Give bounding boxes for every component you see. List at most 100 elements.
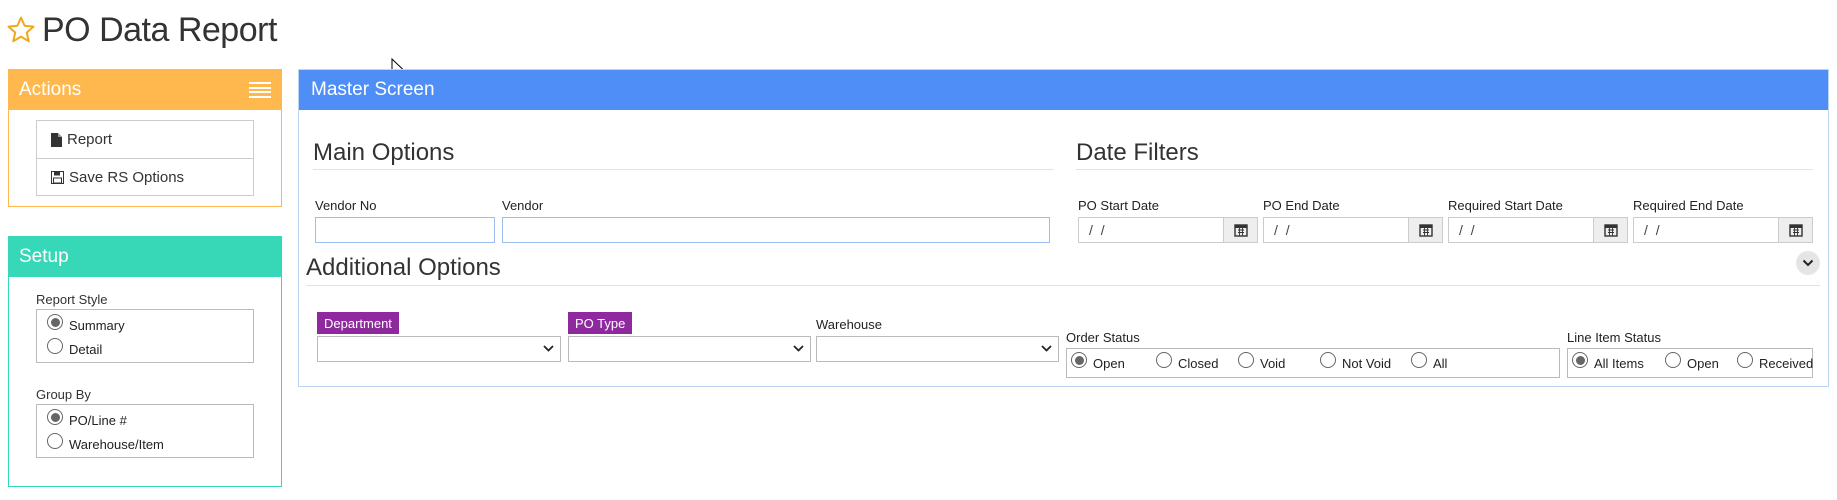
date-value: / /	[1274, 222, 1292, 238]
radio-label: All	[1433, 355, 1448, 371]
radio-button[interactable]	[1572, 352, 1588, 368]
line-item-status-label: Line Item Status	[1567, 330, 1661, 345]
radio-option-open[interactable]: Open	[1071, 351, 1156, 375]
radio-option-warehouse-item[interactable]: Warehouse/Item	[47, 432, 243, 456]
save-rs-options-button[interactable]: Save RS Options	[37, 158, 253, 195]
chevron-down-icon	[793, 345, 804, 352]
report-style-label: Report Style	[36, 292, 108, 307]
radio-label: PO/Line #	[69, 412, 127, 428]
radio-option-all-items[interactable]: All Items	[1572, 351, 1665, 375]
master-screen-title: Master Screen	[311, 79, 435, 100]
radio-button[interactable]	[1737, 352, 1753, 368]
radio-option-detail[interactable]: Detail	[47, 337, 243, 361]
radio-option-all[interactable]: All	[1411, 351, 1471, 375]
po-end-date-label: PO End Date	[1263, 198, 1340, 213]
po-start-date-input[interactable]: / /	[1078, 217, 1258, 243]
radio-option-closed[interactable]: Closed	[1156, 351, 1238, 375]
radio-button[interactable]	[1071, 352, 1087, 368]
menu-icon[interactable]	[249, 82, 271, 98]
save-rs-options-label: Save RS Options	[69, 168, 185, 186]
radio-button[interactable]	[1238, 352, 1254, 368]
radio-label: Closed	[1178, 355, 1219, 371]
group-by-group: PO/Line # Warehouse/Item	[36, 404, 254, 458]
master-screen-panel: Master Screen Main Options Vendor No Ven…	[298, 69, 1829, 387]
po-type-tag: PO Type	[568, 312, 633, 334]
report-style-group: Summary Detail	[36, 309, 254, 363]
setup-panel: Setup Report Style Summary Detail Group …	[8, 236, 282, 487]
report-button[interactable]: Report	[37, 121, 253, 158]
calendar-icon[interactable]	[1223, 218, 1257, 242]
vendor-no-input[interactable]	[315, 217, 495, 243]
calendar-icon[interactable]	[1408, 218, 1442, 242]
main-options-title: Main Options	[313, 139, 455, 166]
warehouse-select[interactable]	[816, 336, 1059, 362]
radio-label: All Items	[1594, 355, 1644, 371]
radio-button[interactable]	[1665, 352, 1681, 368]
order-status-group: Open Closed Void Not Void All	[1066, 348, 1560, 378]
required-end-date-label: Required End Date	[1633, 198, 1744, 213]
radio-option-po-line[interactable]: PO/Line #	[47, 408, 243, 432]
actions-panel: Actions Report Save RS Options	[8, 69, 282, 207]
calendar-icon[interactable]	[1593, 218, 1627, 242]
vendor-input[interactable]	[502, 217, 1050, 243]
actions-list: Report Save RS Options	[36, 120, 254, 196]
radio-button[interactable]	[47, 314, 63, 330]
additional-options-title: Additional Options	[306, 254, 501, 281]
save-icon	[51, 170, 64, 184]
page-title: PO Data Report	[42, 10, 277, 49]
main-options-divider	[313, 169, 1054, 170]
po-end-date-input[interactable]: / /	[1263, 217, 1443, 243]
po-type-select[interactable]	[568, 336, 811, 362]
date-filters-divider	[1076, 169, 1813, 170]
date-value: / /	[1089, 222, 1107, 238]
required-start-date-input[interactable]: / /	[1448, 217, 1628, 243]
required-end-date-input[interactable]: / /	[1633, 217, 1813, 243]
radio-option-open[interactable]: Open	[1665, 351, 1737, 375]
department-tag: Department	[317, 312, 399, 334]
star-icon[interactable]	[6, 15, 36, 45]
radio-label: Not Void	[1342, 355, 1392, 371]
date-value: / /	[1644, 222, 1662, 238]
radio-label: Summary	[69, 317, 125, 333]
line-item-status-group: All Items Open Received	[1567, 348, 1813, 378]
po-start-date-label: PO Start Date	[1078, 198, 1159, 213]
radio-button[interactable]	[1320, 352, 1336, 368]
vendor-label: Vendor	[502, 198, 544, 213]
collapse-chevron-icon[interactable]	[1796, 251, 1820, 275]
setup-title: Setup	[19, 246, 69, 267]
radio-label: Open	[1687, 355, 1719, 371]
file-icon	[51, 132, 62, 147]
radio-label: Warehouse/Item	[69, 436, 164, 452]
radio-option-summary[interactable]: Summary	[47, 313, 243, 337]
vendor-no-label: Vendor No	[315, 198, 377, 213]
chevron-down-icon	[1041, 345, 1052, 352]
department-select[interactable]	[317, 336, 561, 362]
order-status-label: Order Status	[1066, 330, 1140, 345]
page-header: PO Data Report	[6, 10, 277, 50]
radio-button[interactable]	[47, 338, 63, 354]
date-filters-title: Date Filters	[1076, 139, 1199, 166]
date-value: / /	[1459, 222, 1477, 238]
radio-label: Void	[1260, 355, 1286, 371]
radio-option-not-void[interactable]: Not Void	[1320, 351, 1411, 375]
radio-option-received[interactable]: Received	[1737, 351, 1814, 375]
warehouse-label: Warehouse	[816, 317, 882, 332]
radio-button[interactable]	[47, 409, 63, 425]
radio-label: Detail	[69, 341, 103, 357]
radio-label: Open	[1093, 355, 1125, 371]
report-label: Report	[67, 131, 113, 148]
actions-header: Actions	[9, 70, 281, 110]
actions-title: Actions	[19, 79, 82, 100]
calendar-icon[interactable]	[1778, 218, 1812, 242]
master-screen-header: Master Screen	[299, 70, 1828, 110]
setup-header: Setup	[9, 237, 281, 277]
radio-button[interactable]	[1411, 352, 1427, 368]
chevron-down-icon	[543, 345, 554, 352]
additional-options-divider	[306, 285, 1820, 286]
radio-option-void[interactable]: Void	[1238, 351, 1320, 375]
group-by-label: Group By	[36, 387, 91, 402]
radio-button[interactable]	[47, 433, 63, 449]
required-start-date-label: Required Start Date	[1448, 198, 1563, 213]
radio-label: Received	[1759, 355, 1814, 371]
radio-button[interactable]	[1156, 352, 1172, 368]
